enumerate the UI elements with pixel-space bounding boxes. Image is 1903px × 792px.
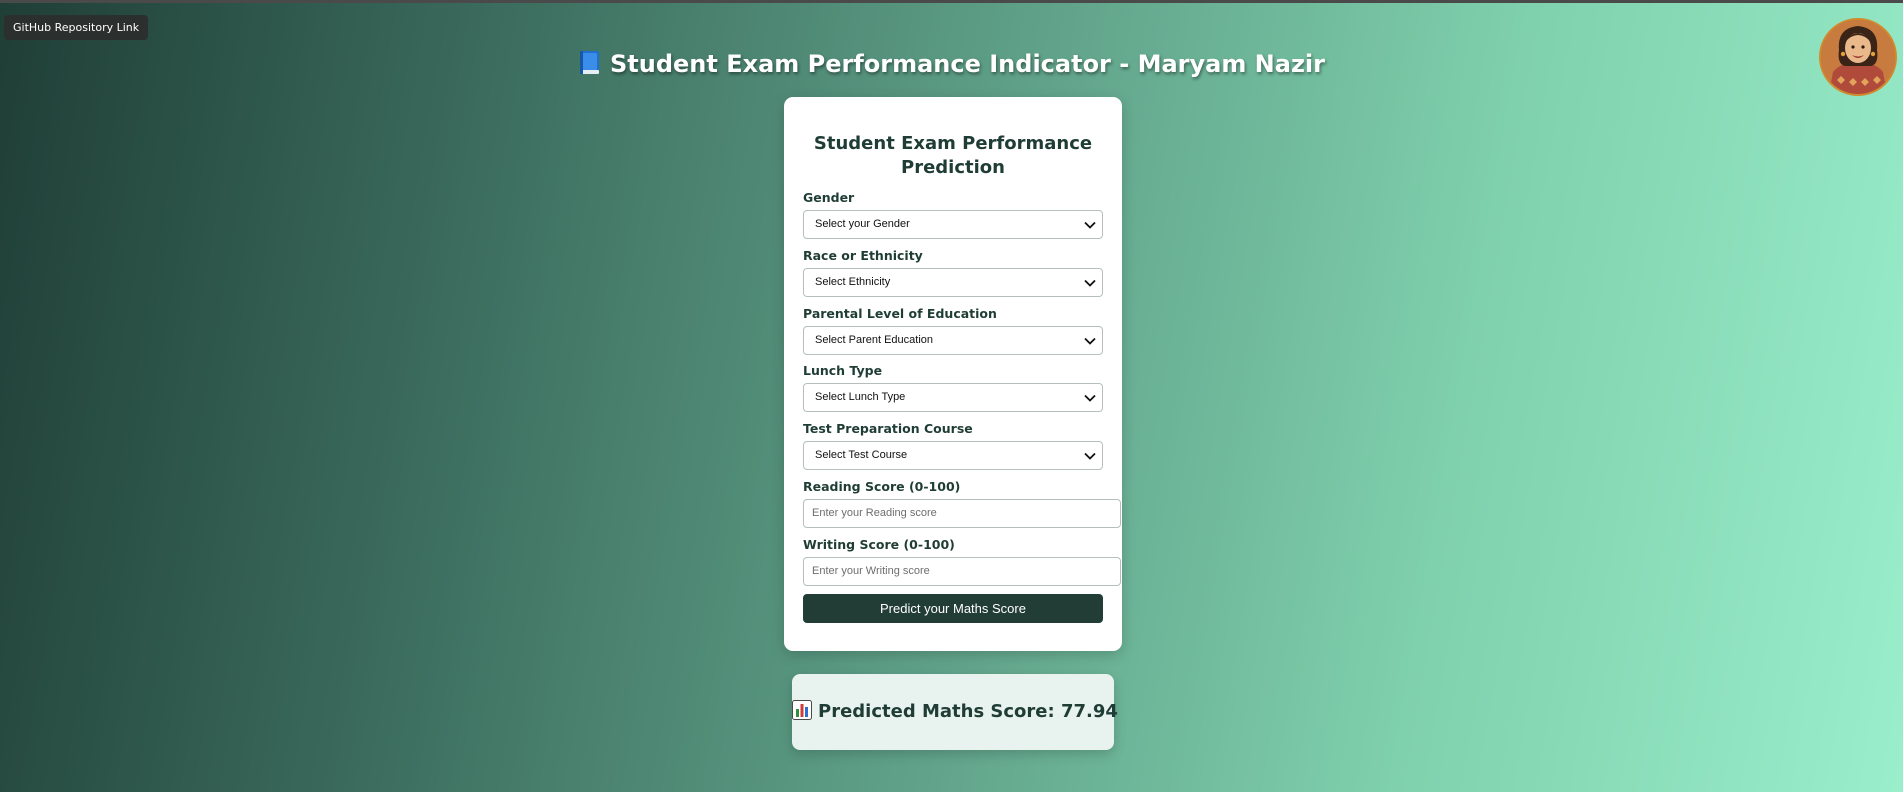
- result-card: Predicted Maths Score: 77.94: [792, 674, 1118, 753]
- browser-top-strip: [0, 0, 1903, 3]
- test-course-label: Test Preparation Course: [803, 421, 973, 436]
- parent-education-select-value: Select Parent Education: [815, 334, 934, 346]
- lunch-type-select[interactable]: Select Lunch Type: [803, 383, 1103, 412]
- page-title-text: Student Exam Performance Indicator - Mar…: [609, 50, 1325, 78]
- ethnicity-label: Race or Ethnicity: [803, 248, 923, 263]
- predict-button[interactable]: Predict your Maths Score: [803, 594, 1103, 623]
- chevron-down-icon: [1084, 221, 1096, 229]
- writing-score-label: Writing Score (0-100): [803, 537, 955, 552]
- writing-score-input[interactable]: Enter your Writing score: [803, 557, 1121, 586]
- chevron-down-icon: [1084, 394, 1096, 402]
- parent-education-label: Parental Level of Education: [803, 306, 997, 321]
- result-line: Predicted Maths Score: 77.94: [792, 674, 1118, 753]
- chevron-down-icon: [1084, 279, 1096, 287]
- gender-select[interactable]: Select your Gender: [803, 210, 1103, 239]
- ethnicity-select-value: Select Ethnicity: [815, 276, 891, 288]
- test-course-select[interactable]: Select Test Course: [803, 441, 1103, 470]
- bar-chart-icon: [792, 677, 812, 753]
- form-title: Student Exam Performance Prediction: [813, 133, 1093, 178]
- reading-score-label: Reading Score (0-100): [803, 479, 961, 494]
- gender-label: Gender: [803, 190, 855, 205]
- reading-score-placeholder: Enter your Reading score: [812, 507, 937, 519]
- lunch-type-select-value: Select Lunch Type: [815, 391, 906, 403]
- github-repository-link[interactable]: GitHub Repository Link: [4, 15, 149, 40]
- predicted-score-text: Predicted Maths Score: 77.94: [818, 701, 1118, 722]
- lunch-type-label: Lunch Type: [803, 363, 883, 378]
- book-icon: [578, 50, 602, 82]
- page-title: Student Exam Performance Indicator - Mar…: [0, 50, 1903, 82]
- test-course-select-value: Select Test Course: [815, 449, 908, 461]
- parent-education-select[interactable]: Select Parent Education: [803, 326, 1103, 355]
- ethnicity-select[interactable]: Select Ethnicity: [803, 268, 1103, 297]
- chevron-down-icon: [1084, 337, 1096, 345]
- gender-select-value: Select your Gender: [815, 218, 910, 230]
- reading-score-input[interactable]: Enter your Reading score: [803, 499, 1121, 528]
- writing-score-placeholder: Enter your Writing score: [812, 565, 930, 577]
- prediction-form-card: Student Exam Performance Prediction Gend…: [784, 97, 1122, 651]
- chevron-down-icon: [1084, 452, 1096, 460]
